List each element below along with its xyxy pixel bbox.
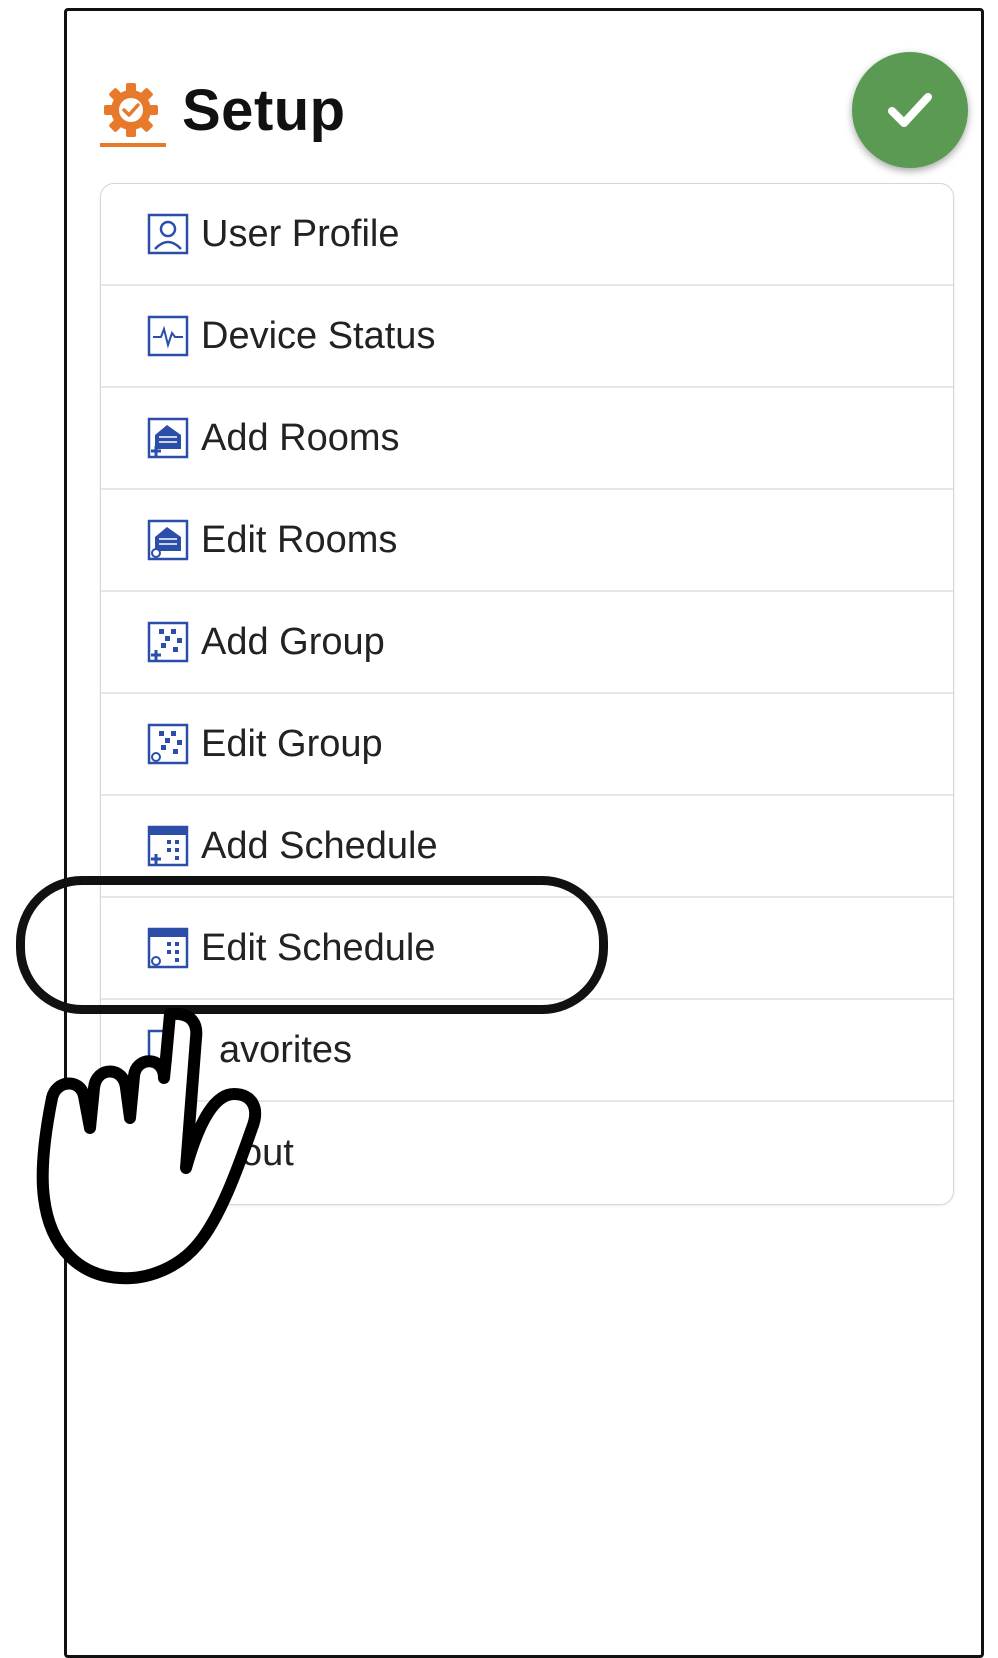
menu-item-add-group[interactable]: Add Group (101, 592, 953, 694)
menu-item-label: Device Status (201, 314, 436, 357)
check-icon (888, 93, 932, 127)
menu-item-label: Add Schedule (201, 824, 438, 867)
menu-item-edit-rooms[interactable]: Edit Rooms (101, 490, 953, 592)
hand-pointer-icon (36, 1007, 262, 1285)
user-profile-icon (147, 213, 189, 255)
edit-rooms-icon (147, 519, 189, 561)
done-check-button[interactable] (852, 52, 968, 168)
menu-item-edit-group[interactable]: Edit Group (101, 694, 953, 796)
menu-item-label: Add Rooms (201, 416, 400, 459)
menu-item-label: Add Group (201, 620, 385, 663)
gear-underline (100, 143, 166, 147)
add-schedule-icon (147, 825, 189, 867)
gear-check-icon (100, 79, 166, 147)
setup-header: Setup (100, 60, 346, 160)
menu-item-add-rooms[interactable]: Add Rooms (101, 388, 953, 490)
menu-item-device-status[interactable]: Device Status (101, 286, 953, 388)
device-status-icon (147, 315, 189, 357)
add-group-icon (147, 621, 189, 663)
menu-item-label: Edit Rooms (201, 518, 398, 561)
menu-item-label: User Profile (201, 212, 400, 255)
page-title: Setup (182, 77, 346, 143)
edit-schedule-highlight (16, 876, 608, 1014)
add-rooms-icon (147, 417, 189, 459)
menu-item-label: Edit Group (201, 722, 383, 765)
edit-group-icon (147, 723, 189, 765)
menu-item-user-profile[interactable]: User Profile (101, 184, 953, 286)
